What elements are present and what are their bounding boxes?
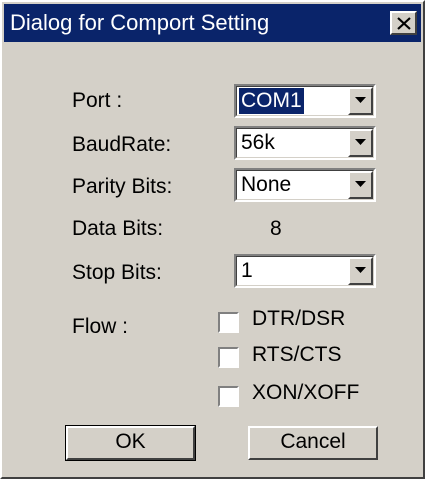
parity-bits-combobox-value: None <box>241 173 292 196</box>
chevron-down-icon <box>355 181 366 187</box>
ok-button[interactable]: OK <box>65 425 196 461</box>
port-combobox[interactable]: COM1 <box>234 84 376 118</box>
xon-xoff-label[interactable]: XON/XOFF <box>252 380 359 406</box>
close-x-icon <box>397 17 411 30</box>
baudrate-label: BaudRate: <box>72 133 172 156</box>
parity-bits-combobox[interactable]: None <box>234 168 376 202</box>
baudrate-dropdown-button[interactable] <box>348 129 373 157</box>
baudrate-combobox-value: 56k <box>241 131 275 154</box>
stop-bits-combobox-value: 1 <box>241 259 253 282</box>
comport-settings-dialog: Dialog for Comport Setting Port : COM1 B… <box>0 0 425 479</box>
cancel-button[interactable]: Cancel <box>248 426 378 460</box>
port-combobox-value: COM1 <box>238 87 305 115</box>
rts-cts-label[interactable]: RTS/CTS <box>252 342 341 368</box>
data-bits-value: 8 <box>270 217 282 240</box>
port-dropdown-button[interactable] <box>348 87 373 115</box>
close-button[interactable] <box>390 11 417 35</box>
stop-bits-label: Stop Bits: <box>72 261 162 284</box>
title-bar[interactable]: Dialog for Comport Setting <box>4 4 421 42</box>
chevron-down-icon <box>355 97 366 103</box>
stop-bits-combobox[interactable]: 1 <box>234 254 376 288</box>
parity-bits-dropdown-button[interactable] <box>348 171 373 199</box>
data-bits-label: Data Bits: <box>72 217 164 240</box>
dtr-dsr-label[interactable]: DTR/DSR <box>252 306 345 332</box>
chevron-down-icon <box>355 139 366 145</box>
flow-label: Flow : <box>72 315 129 338</box>
port-label: Port : <box>72 89 123 112</box>
rts-cts-checkbox[interactable] <box>218 347 239 368</box>
xon-xoff-checkbox[interactable] <box>218 386 239 407</box>
baudrate-combobox[interactable]: 56k <box>234 126 376 160</box>
stop-bits-dropdown-button[interactable] <box>348 257 373 285</box>
chevron-down-icon <box>355 267 366 273</box>
dtr-dsr-checkbox[interactable] <box>218 312 239 333</box>
dialog-title: Dialog for Comport Setting <box>10 10 270 35</box>
parity-bits-label: Parity Bits: <box>72 175 173 198</box>
